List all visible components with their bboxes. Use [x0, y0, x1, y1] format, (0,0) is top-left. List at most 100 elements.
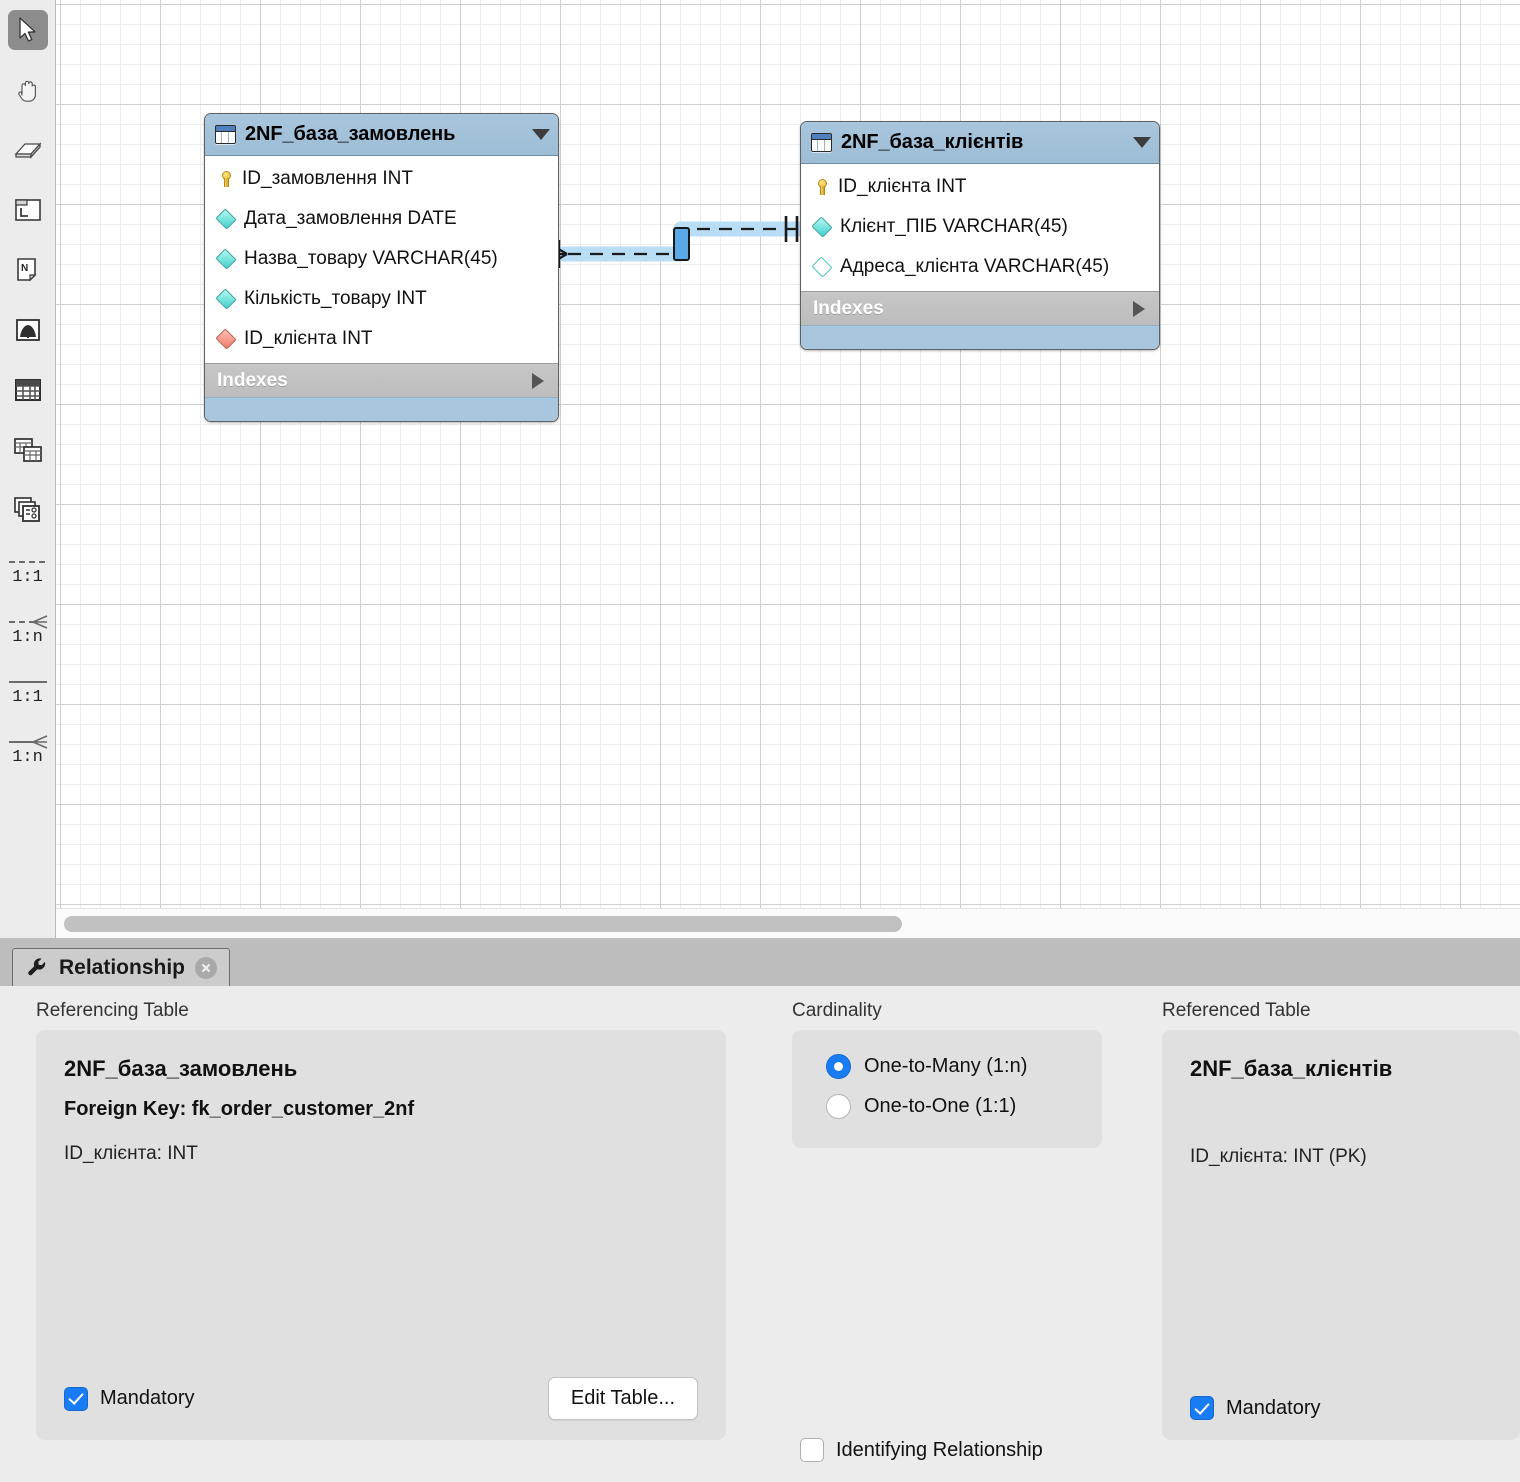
eer-table-header[interactable]: 2NF_база_замовлень	[205, 114, 558, 156]
primary-key-icon	[217, 171, 233, 187]
chevron-right-icon[interactable]	[1133, 300, 1145, 317]
identifying-relationship-label: Identifying Relationship	[836, 1438, 1043, 1461]
relationship-1-n-identifying[interactable]: 1:n	[0, 720, 56, 780]
eer-indexes-label: Indexes	[813, 297, 884, 319]
radio-icon[interactable]	[826, 1093, 851, 1119]
hand-icon	[17, 80, 36, 102]
image-tool-slot	[0, 300, 56, 360]
eer-column-row[interactable]: Дата_замовлення DATE	[205, 199, 558, 239]
horizontal-scrollbar-thumb[interactable]	[64, 915, 902, 932]
note-tool-slot: N	[0, 240, 56, 300]
diagram-canvas[interactable]: 2NF_база_замовлень ID_замовлення INT Дат…	[56, 0, 1520, 908]
table-icon	[215, 125, 236, 144]
hand-tool[interactable]	[8, 70, 48, 110]
referenced-mandatory-label: Mandatory	[1226, 1396, 1321, 1419]
edit-table-button[interactable]: Edit Table...	[547, 1377, 698, 1420]
eer-column-row[interactable]: Назва_товару VARCHAR(45)	[205, 239, 558, 279]
referenced-table-section-label: Referenced Table	[1162, 1000, 1311, 1021]
new-routine-group-tool-slot	[0, 480, 56, 540]
eraser-tool[interactable]	[8, 130, 48, 170]
eer-table-figure[interactable]: 2NF_база_замовлень ID_замовлення INT Дат…	[204, 113, 559, 422]
horizontal-scrollbar[interactable]	[56, 908, 1520, 938]
eer-column-row[interactable]: Кількість_товару INT	[205, 279, 558, 319]
eer-column-label: Клієнт_ПІБ VARCHAR(45)	[840, 216, 1068, 237]
eer-column-row[interactable]: ID_клієнта INT	[801, 167, 1159, 207]
layer-icon	[14, 199, 41, 221]
column-icon	[215, 248, 237, 270]
eer-table-footer	[205, 397, 558, 421]
note-tool[interactable]: N	[8, 250, 48, 290]
checkbox-icon[interactable]	[800, 1438, 824, 1462]
referencing-table-panel: 2NF_база_замовлень Foreign Key: fk_order…	[36, 1030, 726, 1440]
new-view-tool[interactable]	[8, 430, 48, 470]
checkbox-icon[interactable]	[64, 1386, 88, 1411]
eer-table-title: 2NF_база_клієнтів	[841, 131, 1024, 153]
dock-body: Referencing Table 2NF_база_замовлень For…	[0, 986, 1520, 1482]
checkbox-icon[interactable]	[1190, 1396, 1214, 1420]
diagram-canvas-area: 2NF_база_замовлень ID_замовлення INT Дат…	[56, 0, 1520, 938]
radio-one-to-one[interactable]: One-to-One (1:1)	[826, 1086, 1102, 1126]
referencing-mandatory-checkbox[interactable]: Mandatory	[64, 1386, 195, 1411]
relationship-tool-label: 1:n	[12, 628, 43, 647]
new-table-tool-slot	[0, 360, 56, 420]
chevron-right-icon[interactable]	[532, 372, 544, 389]
relationship-tool-label: 1:1	[12, 568, 43, 587]
image-icon	[15, 319, 40, 341]
relationship-1-1-identifying[interactable]: 1:1	[0, 660, 56, 720]
radio-icon[interactable]	[826, 1053, 851, 1079]
chevron-down-icon[interactable]	[1133, 137, 1151, 148]
relationship-solid-1n-icon	[8, 735, 47, 749]
eer-table-header[interactable]: 2NF_база_клієнтів	[801, 122, 1159, 164]
radio-one-to-many-label: One-to-Many (1:n)	[864, 1054, 1028, 1077]
referencing-foreign-key: Foreign Key: fk_order_customer_2nf	[64, 1098, 415, 1120]
note-icon: N	[16, 258, 36, 282]
eer-column-list: ID_клієнта INT Клієнт_ПІБ VARCHAR(45) Ад…	[801, 164, 1159, 291]
referencing-table-name: 2NF_база_замовлень	[64, 1056, 298, 1081]
pointer-tool-slot	[0, 0, 56, 60]
eer-column-row[interactable]: ID_замовлення INT	[205, 159, 558, 199]
eer-column-row[interactable]: Клієнт_ПІБ VARCHAR(45)	[801, 207, 1159, 247]
tab-relationship[interactable]: Relationship	[12, 948, 231, 986]
identifying-relationship-checkbox[interactable]: Identifying Relationship	[800, 1438, 1043, 1462]
eraser-tool-slot	[0, 120, 56, 180]
table-icon	[14, 379, 41, 401]
relationship-1-n-non-identifying[interactable]: 1:n	[0, 600, 56, 660]
eer-column-row[interactable]: Адреса_клієнта VARCHAR(45)	[801, 247, 1159, 287]
column-icon	[215, 288, 237, 310]
layer-tool-slot	[0, 180, 56, 240]
referencing-table-section-label: Referencing Table	[36, 1000, 189, 1021]
eer-indexes-bar[interactable]: Indexes	[205, 363, 558, 397]
close-icon[interactable]	[195, 956, 218, 979]
referenced-mandatory-checkbox[interactable]: Mandatory	[1190, 1396, 1321, 1420]
eer-table-footer	[801, 325, 1159, 349]
relationship-1-1-non-identifying[interactable]: 1:1	[0, 540, 56, 600]
tool-palette: N 1:1 1:n 1:1 1:n	[0, 0, 56, 938]
view-icon	[13, 438, 42, 462]
eer-table-figure[interactable]: 2NF_база_клієнтів ID_клієнта INT Клієнт_…	[800, 121, 1160, 350]
new-routine-group-tool[interactable]	[8, 490, 48, 530]
eer-column-label: ID_клієнта INT	[838, 176, 967, 197]
referencing-table-section: Referencing Table 2NF_база_замовлень For…	[36, 1000, 726, 1440]
eer-indexes-bar[interactable]: Indexes	[801, 291, 1159, 325]
foreign-key-icon	[215, 328, 237, 350]
eer-table-title: 2NF_база_замовлень	[245, 123, 456, 145]
referencing-mandatory-label: Mandatory	[100, 1387, 195, 1409]
referencing-panel-controls: Mandatory Edit Table...	[64, 1377, 698, 1420]
pointer-tool[interactable]	[7, 10, 48, 50]
eer-column-label: ID_клієнта INT	[244, 328, 373, 349]
image-tool[interactable]	[8, 310, 48, 350]
eer-column-row[interactable]: ID_клієнта INT	[205, 319, 558, 359]
nullable-column-icon	[811, 256, 833, 278]
cardinality-panel: One-to-Many (1:n) One-to-One (1:1)	[792, 1030, 1102, 1148]
relationship-solid-11-icon	[8, 681, 47, 683]
eer-column-label: Кількість_товару INT	[244, 288, 427, 309]
new-view-tool-slot	[0, 420, 56, 480]
chevron-down-icon[interactable]	[532, 129, 550, 140]
eer-diagram-window: N 1:1 1:n 1:1 1:n 2NF_база_замовлень ID_…	[0, 0, 1520, 1482]
referenced-panel-controls: Mandatory	[1190, 1396, 1492, 1420]
layer-tool[interactable]	[8, 190, 48, 230]
column-icon	[811, 216, 833, 238]
radio-one-to-many[interactable]: One-to-Many (1:n)	[826, 1046, 1102, 1086]
referenced-table-section: Referenced Table 2NF_база_клієнтів ID_кл…	[1162, 1000, 1520, 1440]
new-table-tool[interactable]	[8, 370, 48, 410]
